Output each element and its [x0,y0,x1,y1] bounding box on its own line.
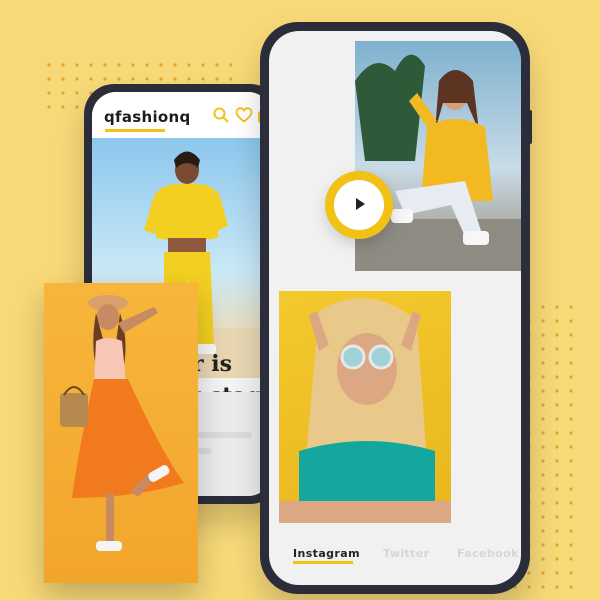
brand-underline [105,129,165,132]
model-sunglasses-illustration [279,298,451,523]
brand-logo: qfashionq [104,108,191,126]
photo-model-sunglasses [279,291,451,523]
hero-caption-line: r is [192,351,232,377]
play-video-button[interactable] [325,171,393,239]
right-phone-mockup: Instagram Twitter Facebook [260,22,532,594]
search-icon[interactable] [212,106,230,124]
promo-canvas: qfashionq r is Instagram Twitter Faceboo… [0,0,600,600]
play-button-inner [334,180,384,230]
app-header: qfashionq [92,92,272,138]
model-orange-dress-illustration [60,295,184,551]
side-button [528,110,532,144]
tab-twitter[interactable]: Twitter [383,547,429,560]
tab-facebook[interactable]: Facebook [457,547,519,560]
right-phone-screen: Instagram Twitter Facebook [269,31,521,585]
video-thumbnail-model-sitting [355,41,521,271]
photo-card-orange-dress [44,283,198,583]
play-icon [356,198,365,210]
tab-instagram[interactable]: Instagram [293,547,360,560]
heart-icon[interactable] [235,106,253,124]
active-tab-indicator [293,561,353,564]
model-sitting-illustration [355,54,521,271]
